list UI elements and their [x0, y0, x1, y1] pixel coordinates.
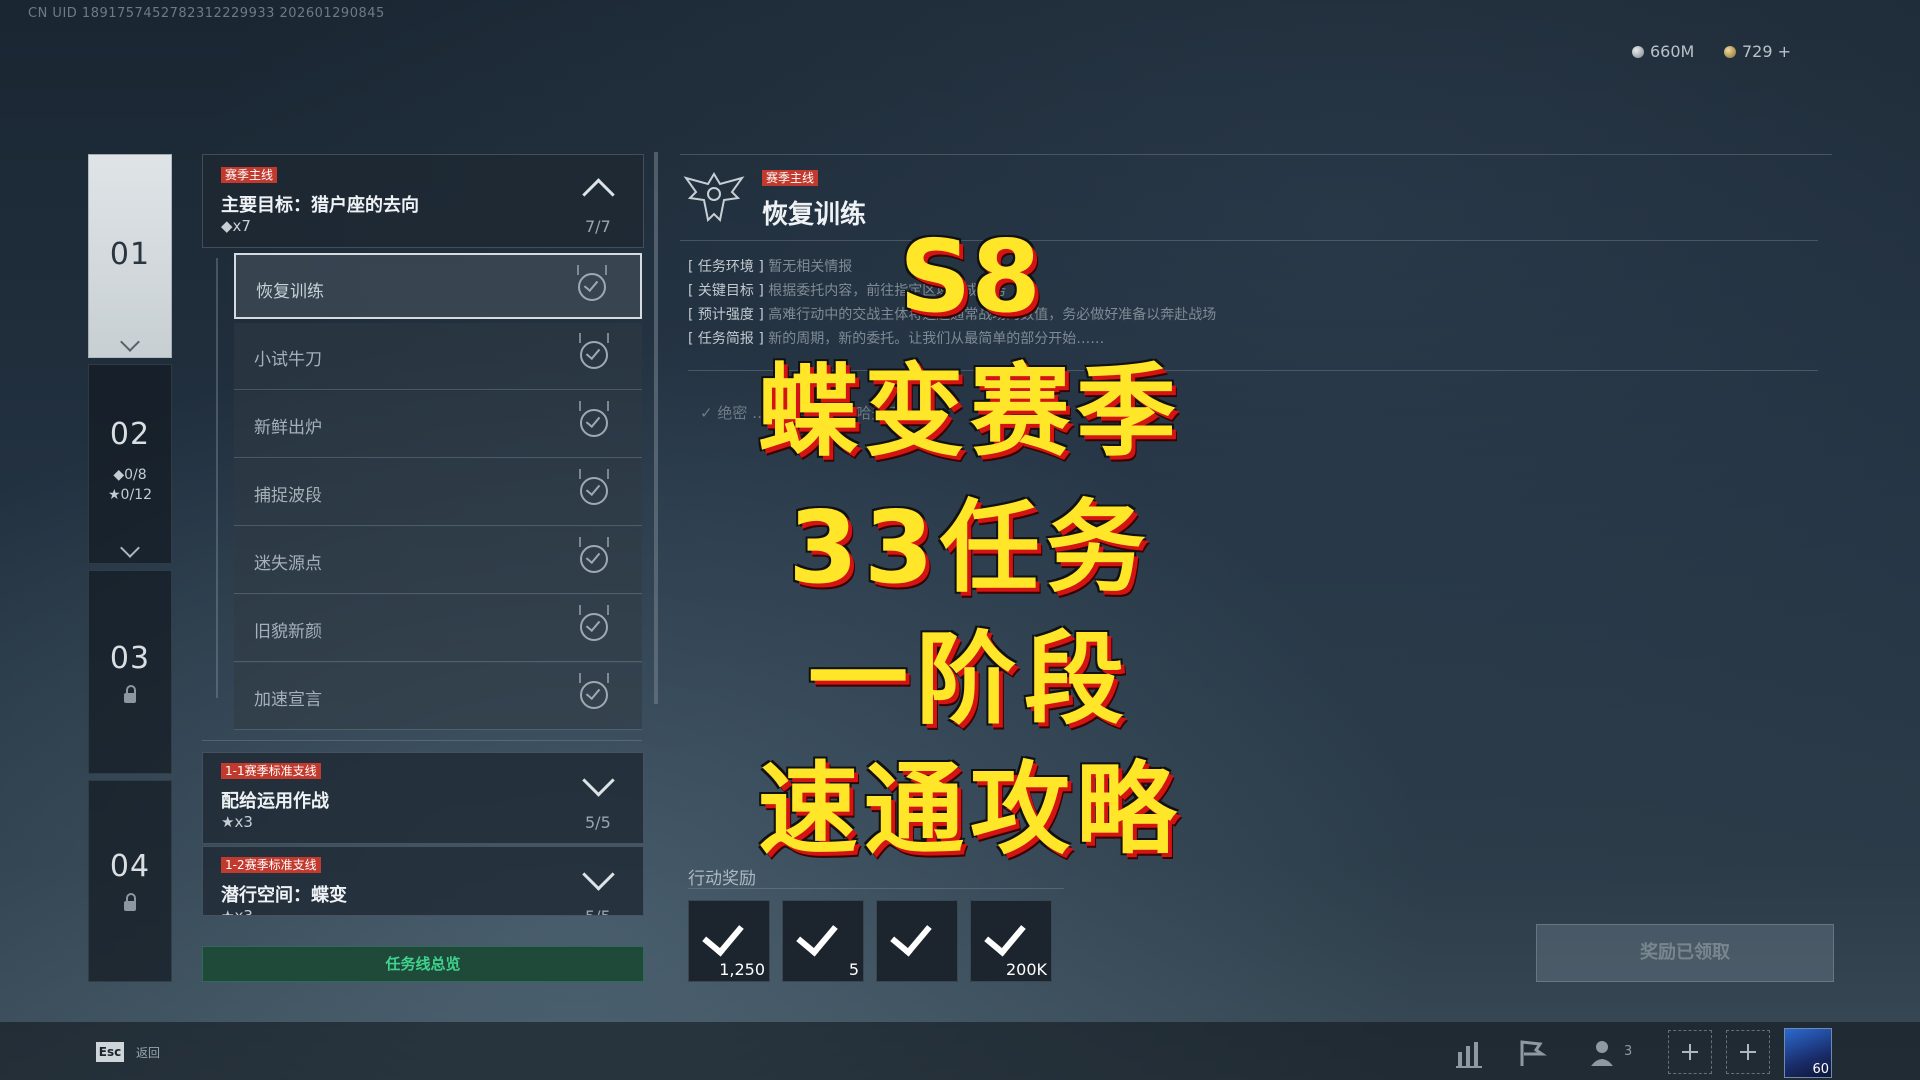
chevron-down-icon[interactable]	[582, 858, 615, 891]
mission-item-4[interactable]: 捕捉波段	[234, 459, 642, 526]
check-icon	[580, 545, 608, 573]
check-icon	[578, 273, 606, 301]
mission-title: 配给运用作战	[221, 791, 329, 812]
gold-coin-icon	[1724, 45, 1736, 58]
mission-item-5[interactable]: 迷失源点	[234, 527, 642, 594]
detail-top-line	[680, 154, 1832, 155]
esc-key-icon[interactable]: Esc	[96, 1042, 124, 1062]
chevron-up-icon[interactable]	[582, 178, 615, 211]
friends-icon[interactable]	[1588, 1036, 1624, 1072]
reward-count: 1,250	[719, 960, 765, 979]
add-slot-2[interactable]	[1726, 1030, 1770, 1074]
mission-tag: 1-2赛季标准支线	[221, 857, 321, 873]
gold-amount: 729 +	[1742, 42, 1792, 61]
overlay-line-2: 蝶变赛季	[758, 353, 1182, 470]
stage-03[interactable]: 03	[88, 570, 172, 774]
mission-progress: 5/5	[585, 907, 611, 915]
mission-tag: 1-1赛季标准支线	[221, 763, 321, 779]
uid-label: CN UID 1891757452782312229933 2026012908…	[28, 6, 385, 21]
back-label[interactable]: 返回	[136, 1044, 160, 1061]
stage-stars: ★0/12	[108, 487, 152, 503]
flag-icon[interactable]	[1514, 1036, 1550, 1072]
mission-tag: 赛季主线	[221, 167, 278, 183]
claim-reward-button[interactable]: 奖励已领取	[1536, 924, 1834, 982]
mission-item-7[interactable]: 加速宣言	[234, 663, 642, 730]
stats-icon[interactable]	[1452, 1036, 1488, 1072]
mission-progress: 5/5	[585, 813, 611, 832]
mission-item-label: 新鲜出炉	[254, 418, 322, 438]
avatar[interactable]: 60	[1784, 1028, 1832, 1078]
mission-item-label: 小试牛刀	[254, 350, 322, 370]
divider	[688, 888, 1064, 889]
stage-number: 03	[109, 641, 151, 676]
mission-item-label: 恢复训练	[256, 282, 324, 302]
check-icon	[580, 613, 608, 641]
check-icon	[890, 913, 932, 957]
check-icon	[580, 681, 608, 709]
overlay-line-5: 速通攻略	[758, 751, 1182, 868]
mission-item-label: 加速宣言	[254, 690, 322, 710]
mission-item-label: 捕捉波段	[254, 486, 322, 506]
check-icon	[580, 341, 608, 369]
mission-item-3[interactable]: 新鲜出炉	[234, 391, 642, 458]
mission-progress: 7/7	[585, 217, 611, 236]
eagle-emblem-icon	[683, 172, 745, 223]
mission-reward: ★x3	[221, 907, 253, 916]
lock-icon	[124, 893, 136, 911]
main-mission-header[interactable]: 赛季主线 主要目标：猎户座的去向 ◆x7 7/7	[202, 154, 644, 248]
stage-number: 04	[109, 849, 151, 884]
silver-coin-icon	[1632, 45, 1644, 58]
mission-reward: ◆x7	[221, 217, 251, 235]
info-key: [ 任务简报 ]	[688, 331, 764, 347]
mission-reward: ★x3	[221, 813, 253, 831]
mission-title: 主要目标：猎户座的去向	[221, 195, 419, 216]
stage-diamonds: ◆0/8	[113, 467, 147, 483]
mission-item-6[interactable]: 旧貌新颜	[234, 595, 642, 662]
mission-item-label: 旧貌新颜	[254, 622, 322, 642]
tree-connector	[216, 258, 218, 698]
stage-02[interactable]: 02 ◆0/8 ★0/12	[88, 364, 172, 564]
chevron-down-icon	[120, 332, 140, 352]
stage-04[interactable]: 04	[88, 780, 172, 982]
side-mission-1[interactable]: 1-1赛季标准支线 配给运用作战 ★x3 5/5	[202, 752, 644, 844]
stage-number: 02	[109, 417, 151, 452]
scrollbar[interactable]	[654, 152, 658, 704]
currency-silver: 660M	[1632, 42, 1694, 61]
chevron-down-icon	[120, 538, 140, 558]
check-icon	[580, 409, 608, 437]
divider	[202, 740, 642, 741]
friends-count: 3	[1624, 1044, 1633, 1059]
side-mission-2[interactable]: 1-2赛季标准支线 潜行空间：蝶变 ★x3 5/5	[202, 846, 644, 916]
mission-item-2[interactable]: 小试牛刀	[234, 323, 642, 390]
mission-title: 潜行空间：蝶变	[221, 885, 347, 906]
detail-tag: 赛季主线	[762, 170, 819, 186]
lock-icon	[124, 685, 136, 703]
reward-slot-4[interactable]: 200K	[970, 900, 1052, 982]
player-level: 60	[1812, 1062, 1829, 1077]
stage-01[interactable]: 01	[88, 154, 172, 358]
mission-overview-button[interactable]: 任务线总览	[202, 946, 644, 982]
reward-slot-1[interactable]: 1,250	[688, 900, 770, 982]
check-icon	[796, 913, 838, 957]
chevron-down-icon[interactable]	[582, 764, 615, 797]
mission-item-1[interactable]: 恢复训练	[234, 253, 642, 319]
check-icon	[580, 477, 608, 505]
mission-item-label: 迷失源点	[254, 554, 322, 574]
check-icon	[702, 913, 744, 957]
overlay-line-4: 一阶段	[808, 621, 1132, 738]
currency-gold[interactable]: 729 +	[1724, 42, 1791, 61]
reward-count: 200K	[1005, 960, 1047, 979]
reward-slot-3[interactable]	[876, 900, 958, 982]
reward-count: 5	[848, 960, 859, 979]
overlay-line-1: S8	[899, 218, 1041, 335]
reward-slot-2[interactable]: 5	[782, 900, 864, 982]
add-slot-1[interactable]	[1668, 1030, 1712, 1074]
overlay-line-3: 33任务	[788, 489, 1152, 606]
check-icon	[984, 913, 1026, 957]
stage-number: 01	[109, 237, 151, 272]
silver-amount: 660M	[1650, 42, 1695, 61]
